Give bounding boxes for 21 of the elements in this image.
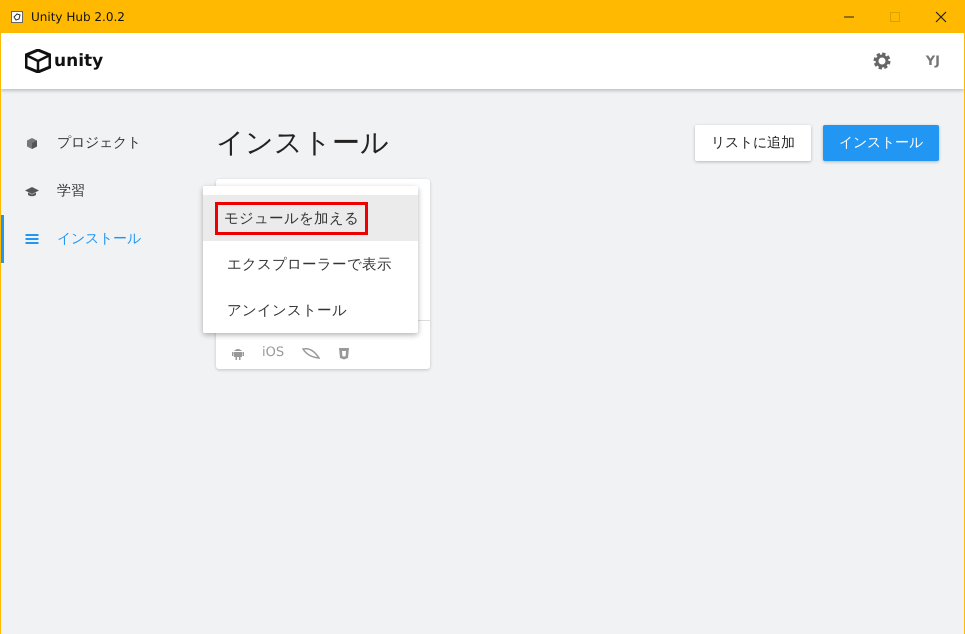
leaf-icon bbox=[302, 347, 320, 359]
page-title: インストール bbox=[216, 125, 389, 161]
close-icon[interactable] bbox=[935, 10, 947, 22]
window-title: Unity Hub 2.0.2 bbox=[31, 10, 125, 24]
cube-icon bbox=[25, 136, 39, 150]
logo-text[interactable]: unity bbox=[54, 51, 104, 71]
user-initials[interactable]: YJ bbox=[926, 54, 940, 68]
list-icon bbox=[25, 234, 39, 244]
menu-item[interactable]: エクスプローラーで表示 bbox=[203, 241, 418, 287]
platform-label: iOS bbox=[262, 346, 284, 360]
settings-icon[interactable] bbox=[872, 51, 892, 71]
menu-item[interactable]: アンインストール bbox=[203, 287, 418, 333]
add-to-list-button[interactable]: リストに追加 bbox=[695, 125, 811, 161]
app-icon bbox=[11, 10, 23, 22]
sidebar-item[interactable]: 学習 bbox=[1, 167, 201, 215]
cube-logo-icon[interactable] bbox=[25, 49, 51, 73]
graduation-cap-icon bbox=[25, 186, 39, 196]
robot-icon bbox=[232, 346, 244, 360]
menu-item[interactable]: モジュールを加える bbox=[203, 195, 418, 241]
sidebar-item[interactable]: プロジェクト bbox=[1, 119, 201, 167]
shield-icon bbox=[338, 346, 350, 360]
